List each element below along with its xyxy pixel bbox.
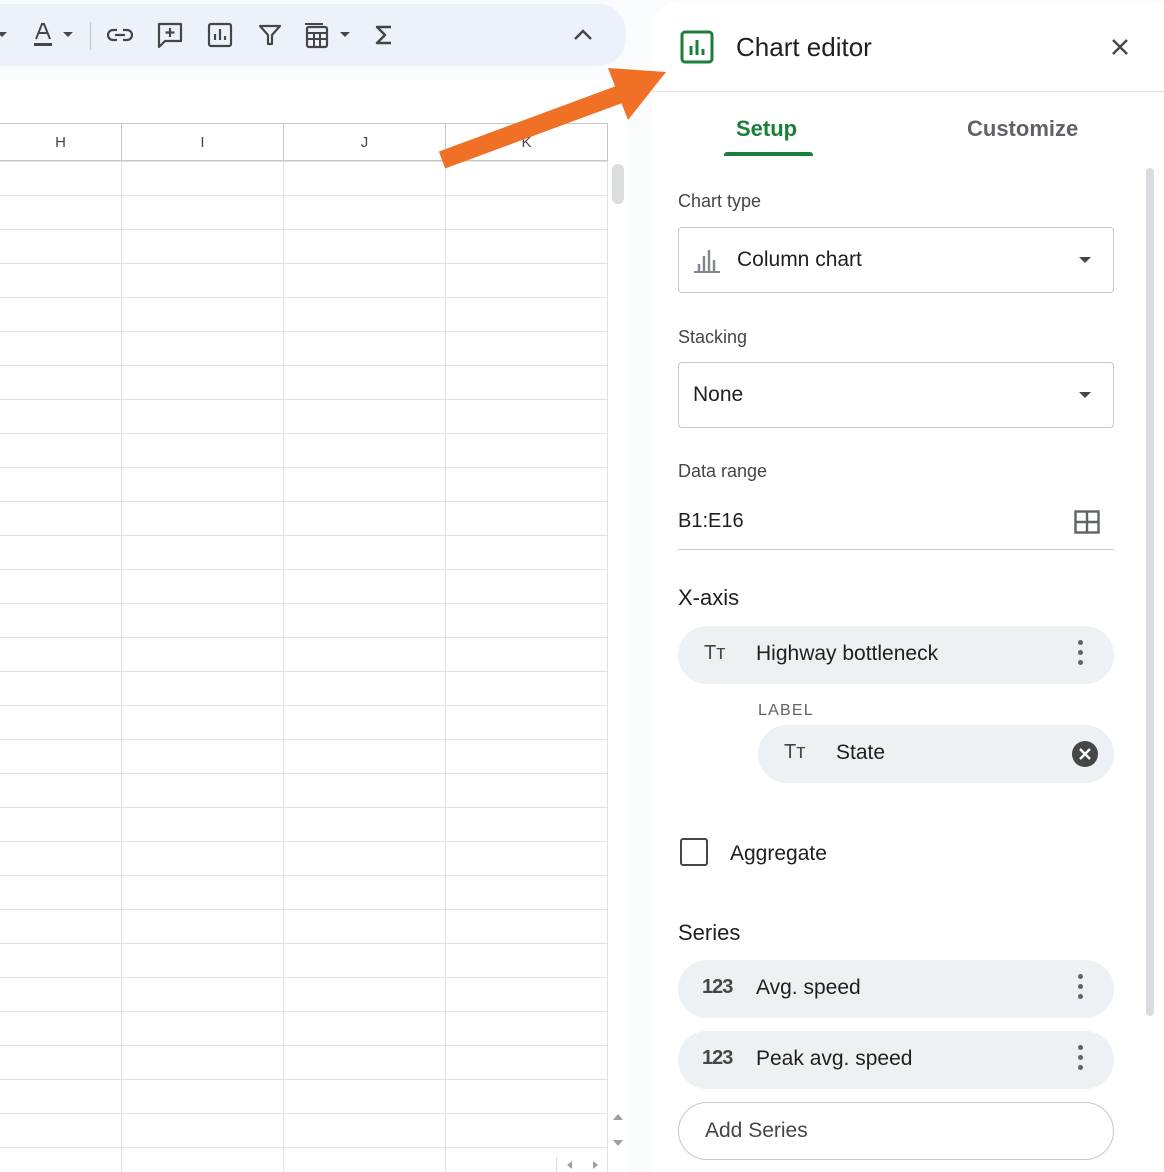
chart-type-select[interactable]: Column chart [678, 227, 1114, 293]
chart-editor-panel: Chart editor Setup Customize Chart type … [652, 2, 1164, 1172]
series-heading: Series [678, 920, 741, 945]
filter-icon[interactable] [253, 18, 287, 52]
series-chip-peak-avg-speed[interactable]: 123 Peak avg. speed [678, 1031, 1114, 1089]
spreadsheet-grid: H I J K [0, 80, 628, 1172]
chevron-down-icon [1079, 257, 1091, 263]
remove-icon[interactable] [1072, 741, 1098, 767]
number-type-icon: 123 [702, 976, 733, 998]
text-type-icon: Tт [704, 642, 726, 664]
chevron-down-icon [1079, 392, 1091, 398]
link-icon[interactable] [103, 18, 137, 52]
x-axis-chip[interactable]: Tт Highway bottleneck [678, 626, 1114, 684]
series-label: Avg. speed [756, 976, 861, 999]
stacking-value: None [693, 383, 744, 406]
table-view-icon[interactable] [300, 18, 334, 52]
stacking-label: Stacking [678, 327, 748, 347]
horizontal-scroll-buttons[interactable] [556, 1157, 608, 1172]
app-window: H I J K Chart editor Setup Customize Cha… [0, 0, 1164, 1172]
column-chart-icon [693, 248, 721, 279]
stacking-select[interactable]: None [678, 362, 1114, 428]
select-range-icon[interactable] [1074, 510, 1100, 539]
more-options-icon[interactable] [1078, 1045, 1084, 1075]
data-range-field[interactable]: B1:E16 [678, 500, 1114, 550]
more-options-icon[interactable] [1078, 640, 1084, 670]
close-icon[interactable] [1108, 35, 1132, 59]
tab-setup[interactable]: Setup [736, 116, 797, 142]
active-tab-indicator [724, 152, 813, 156]
text-type-icon: Tт [784, 741, 806, 763]
x-axis-field-label: Highway bottleneck [756, 642, 939, 665]
number-type-icon: 123 [702, 1047, 733, 1069]
cell-grid[interactable] [0, 161, 608, 1172]
column-header-j[interactable]: J [284, 124, 446, 161]
annotation-arrow-icon [438, 68, 666, 169]
chevron-up-icon[interactable] [566, 18, 600, 52]
table-view-dropdown-icon[interactable] [335, 18, 355, 52]
label-sublabel: LABEL [758, 702, 814, 719]
column-header-i[interactable]: I [122, 124, 284, 161]
text-color-icon[interactable] [26, 18, 60, 52]
comment-icon[interactable] [153, 18, 187, 52]
chart-editor-title: Chart editor [736, 32, 872, 62]
panel-scrollbar[interactable] [1146, 168, 1154, 1016]
label-field-label: State [836, 741, 886, 764]
toolbar-divider [90, 22, 91, 50]
chart-type-value: Column chart [737, 248, 862, 271]
add-series-label: Add Series [705, 1119, 808, 1142]
column-header-h[interactable]: H [0, 124, 122, 161]
scroll-left-icon[interactable] [567, 1161, 572, 1169]
data-range-value: B1:E16 [678, 510, 744, 532]
chart-type-label: Chart type [678, 191, 762, 211]
chart-icon[interactable] [203, 18, 237, 52]
label-chip[interactable]: Tт State [758, 725, 1114, 783]
toolbar [0, 4, 626, 66]
series-chip-avg-speed[interactable]: 123 Avg. speed [678, 960, 1114, 1018]
more-options-icon[interactable] [1078, 974, 1084, 1004]
dropdown-caret-icon[interactable] [0, 18, 12, 52]
add-series-button[interactable]: Add Series [678, 1102, 1114, 1160]
scroll-up-icon[interactable] [613, 1114, 623, 1120]
text-color-dropdown-icon[interactable] [58, 18, 78, 52]
data-range-label: Data range [678, 461, 768, 481]
aggregate-label: Aggregate [730, 842, 827, 865]
tab-customize[interactable]: Customize [967, 116, 1078, 142]
aggregate-checkbox[interactable] [680, 838, 708, 866]
chart-editor-header: Chart editor [652, 2, 1164, 92]
functions-icon[interactable] [367, 18, 401, 52]
x-axis-heading: X-axis [678, 585, 740, 610]
scroll-right-icon[interactable] [593, 1161, 598, 1169]
scroll-down-icon[interactable] [613, 1140, 623, 1146]
series-label: Peak avg. speed [756, 1047, 913, 1070]
